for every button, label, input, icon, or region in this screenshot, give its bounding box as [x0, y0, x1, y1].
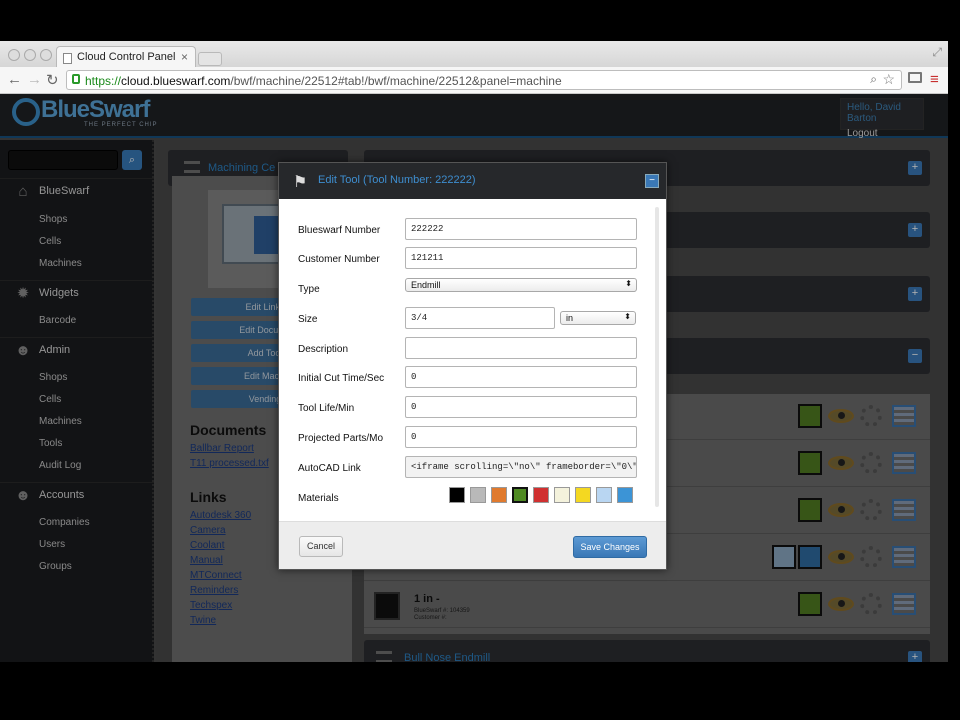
menu-icon[interactable]: ≡ — [930, 71, 939, 88]
initial-cut-time-label: Initial Cut Time/Sec — [298, 373, 385, 384]
modal-title: Edit Tool (Tool Number: 222222) — [318, 174, 476, 186]
edit-tool-modal: ⚑ Edit Tool (Tool Number: 222222) − Blue… — [278, 162, 667, 570]
size-input[interactable]: 3/4 — [405, 307, 555, 329]
address-bar[interactable]: https://cloud.blueswarf.com/bwf/machine/… — [66, 70, 902, 90]
modal-scrollbar[interactable] — [655, 207, 659, 507]
autocad-link-label: AutoCAD Link — [298, 463, 361, 474]
customer-number-label: Customer Number — [298, 254, 380, 265]
material-swatch[interactable] — [533, 487, 549, 503]
modal-body: Blueswarf Number 222222 Customer Number … — [279, 199, 666, 521]
material-swatch[interactable] — [554, 487, 570, 503]
fullscreen-icon[interactable]: ⤢ — [932, 45, 942, 60]
forward-icon[interactable]: → — [27, 71, 42, 88]
customer-number-input[interactable]: 121211 — [405, 247, 637, 269]
close-window-icon[interactable] — [8, 49, 20, 61]
modal-footer: Cancel Save Changes — [279, 521, 666, 569]
reload-icon[interactable]: ↻ — [46, 71, 59, 89]
blueswarf-number-label: Blueswarf Number — [298, 225, 381, 236]
tool-life-label: Tool Life/Min — [298, 403, 355, 414]
maximize-window-icon[interactable] — [40, 49, 52, 61]
page-icon — [63, 53, 72, 64]
save-changes-button[interactable]: Save Changes — [573, 536, 647, 558]
signpost-icon: ⚑ — [293, 174, 308, 191]
size-label: Size — [298, 314, 318, 325]
cast-icon[interactable] — [908, 72, 922, 83]
tab-title: Cloud Control Panel — [77, 51, 176, 63]
material-swatch[interactable] — [470, 487, 486, 503]
select-arrows-icon: ⬍ — [625, 279, 632, 288]
tool-life-input[interactable]: 0 — [405, 396, 637, 418]
materials-label: Materials — [298, 493, 339, 504]
projected-parts-label: Projected Parts/Mo — [298, 433, 384, 444]
initial-cut-time-input[interactable]: 0 — [405, 366, 637, 388]
url-scheme: https:// — [85, 74, 122, 88]
size-unit-value: in — [566, 313, 574, 323]
lock-icon — [72, 74, 80, 84]
new-tab-button[interactable] — [198, 52, 222, 66]
material-swatch[interactable] — [596, 487, 612, 503]
minimize-window-icon[interactable] — [24, 49, 36, 61]
material-swatch[interactable] — [575, 487, 591, 503]
browser-tab[interactable]: Cloud Control Panel × — [56, 46, 196, 68]
material-swatch[interactable] — [617, 487, 633, 503]
modal-header: ⚑ Edit Tool (Tool Number: 222222) − — [279, 163, 666, 199]
projected-parts-input[interactable]: 0 — [405, 426, 637, 448]
autocad-link-input[interactable]: <iframe scrolling=\"no\" frameborder=\"0… — [405, 456, 637, 478]
cancel-button[interactable]: Cancel — [299, 536, 343, 557]
description-input[interactable] — [405, 337, 637, 359]
blueswarf-number-input[interactable]: 222222 — [405, 218, 637, 240]
type-label: Type — [298, 284, 320, 295]
close-tab-icon[interactable]: × — [181, 50, 188, 64]
back-icon[interactable]: ← — [7, 71, 22, 88]
description-label: Description — [298, 344, 349, 355]
material-swatch[interactable] — [512, 487, 528, 503]
type-select[interactable]: Endmill ⬍ — [405, 278, 637, 292]
minimize-icon[interactable]: − — [645, 174, 659, 188]
material-swatch[interactable] — [449, 487, 465, 503]
bookmark-star-icon[interactable]: ☆ — [882, 71, 895, 88]
browser-toolbar: ← → ↻ https://cloud.blueswarf.com/bwf/ma… — [0, 67, 948, 94]
material-swatch[interactable] — [491, 487, 507, 503]
url-path: /bwf/machine/22512#tab!/bwf/machine/2251… — [230, 74, 562, 88]
zoom-icon[interactable]: ⌕ — [870, 72, 877, 87]
browser-window: Cloud Control Panel × ⤢ ← → ↻ https://cl… — [0, 41, 948, 662]
size-unit-select[interactable]: in ⬍ — [560, 311, 636, 325]
type-value: Endmill — [411, 280, 441, 290]
url-host: cloud.blueswarf.com — [121, 74, 231, 88]
select-arrows-icon: ⬍ — [624, 312, 631, 321]
tab-bar: Cloud Control Panel × ⤢ — [0, 41, 948, 68]
